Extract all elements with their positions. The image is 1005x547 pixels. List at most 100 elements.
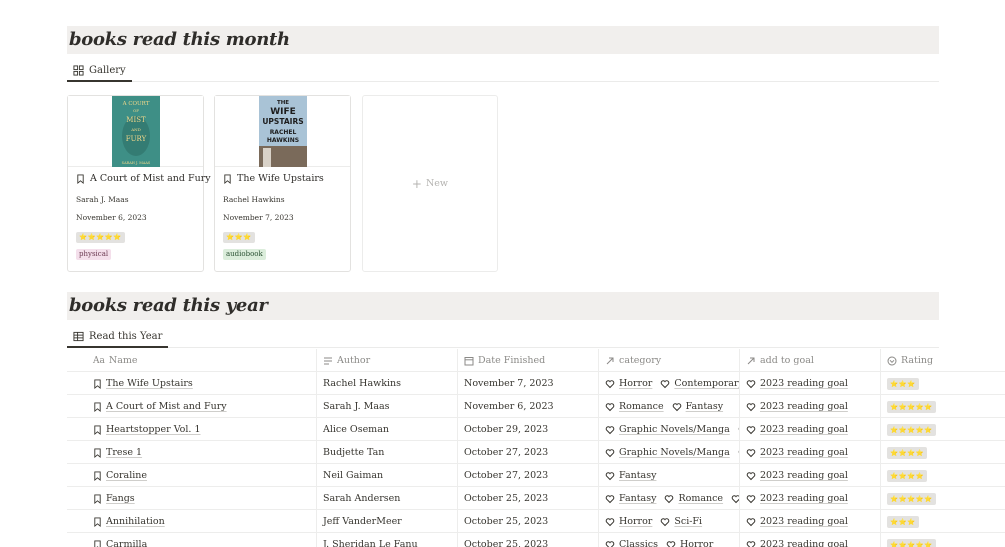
table-row[interactable]: Annihilation Jeff VanderMeer October 25, 2… (67, 510, 1005, 533)
book-title-link[interactable]: Coraline (106, 470, 147, 481)
cell-date[interactable]: October 25, 2023 (458, 510, 599, 533)
cell-goal[interactable]: 2023 reading goal (740, 533, 881, 547)
column-header-name[interactable]: Aa Name (67, 349, 317, 372)
table-row[interactable]: Trese 1 Budjette Tan October 27, 2023 Graph… (67, 441, 1005, 464)
cell-name[interactable]: A Court of Mist and Fury (67, 395, 317, 418)
cell-date[interactable]: October 25, 2023 (458, 533, 599, 547)
book-title-link[interactable]: A Court of Mist and Fury (106, 401, 227, 412)
cell-author[interactable]: Jeff VanderMeer (317, 510, 458, 533)
column-header-category[interactable]: category (599, 349, 740, 372)
category-chip[interactable]: Fantasy (672, 401, 723, 412)
category-chip[interactable]: Contemporary (660, 378, 739, 389)
column-header-goal[interactable]: add to goal (740, 349, 881, 372)
book-title-link[interactable]: Trese 1 (106, 447, 142, 458)
cell-goal[interactable]: 2023 reading goal (740, 372, 881, 395)
cell-author[interactable]: J. Sheridan Le Fanu (317, 533, 458, 547)
cell-name[interactable]: The Wife Upstairs (67, 372, 317, 395)
card-author: Sarah J. Maas (76, 195, 129, 204)
cell-category[interactable]: Horror Sci-Fi (599, 510, 740, 533)
cell-date[interactable]: November 6, 2023 (458, 395, 599, 418)
cell-goal[interactable]: 2023 reading goal (740, 510, 881, 533)
goal-chip[interactable]: 2023 reading goal (746, 493, 848, 504)
table-row[interactable]: Fangs Sarah Andersen October 25, 2023 Fanta… (67, 487, 1005, 510)
cell-category[interactable]: Fantasy (599, 464, 740, 487)
cell-name[interactable]: Carmilla (67, 533, 317, 547)
cell-author[interactable]: Rachel Hawkins (317, 372, 458, 395)
category-chip[interactable]: Graphic Novels/Manga (605, 447, 730, 458)
category-chip[interactable]: Graphic Novels/Manga (605, 424, 730, 435)
table-row[interactable]: Carmilla J. Sheridan Le Fanu October 25, 2… (67, 533, 1005, 547)
cell-category[interactable]: Graphic Novels/Manga (599, 418, 740, 441)
cell-goal[interactable]: 2023 reading goal (740, 487, 881, 510)
card-rating: ⭐⭐⭐⭐⭐ (76, 232, 125, 243)
cell-rating[interactable]: ⭐⭐⭐ (881, 372, 1005, 395)
book-title-link[interactable]: Fangs (106, 493, 135, 504)
gallery-card[interactable]: THE WIFE UPSTAIRS RACHEL HAWKINS The Wif… (214, 95, 351, 272)
cell-rating[interactable]: ⭐⭐⭐ (881, 510, 1005, 533)
goal-chip[interactable]: 2023 reading goal (746, 516, 848, 527)
goal-chip[interactable]: 2023 reading goal (746, 378, 848, 389)
category-chip[interactable]: Romance (605, 401, 664, 412)
column-header-date[interactable]: Date Finished (458, 349, 599, 372)
cell-author[interactable]: Alice Oseman (317, 418, 458, 441)
category-chip[interactable]: Fantasy (605, 493, 656, 504)
cell-goal[interactable]: 2023 reading goal (740, 418, 881, 441)
gallery-card[interactable]: A COURT OF MIST AND FURY SARAH J. MAAS A… (67, 95, 211, 272)
cell-rating[interactable]: ⭐⭐⭐⭐ (881, 464, 1005, 487)
new-card-button[interactable]: + New (362, 95, 498, 272)
cell-category[interactable]: Fantasy Romance (599, 487, 740, 510)
cell-name[interactable]: Fangs (67, 487, 317, 510)
book-title-link[interactable]: The Wife Upstairs (106, 378, 193, 389)
cell-author[interactable]: Sarah J. Maas (317, 395, 458, 418)
cell-date[interactable]: October 27, 2023 (458, 441, 599, 464)
category-chip[interactable] (731, 494, 739, 504)
cell-name[interactable]: Trese 1 (67, 441, 317, 464)
book-title-link[interactable]: Carmilla (106, 539, 147, 547)
tab-gallery[interactable]: Gallery (67, 60, 132, 82)
cell-date[interactable]: October 29, 2023 (458, 418, 599, 441)
cell-goal[interactable]: 2023 reading goal (740, 395, 881, 418)
cell-name[interactable]: Coraline (67, 464, 317, 487)
cell-date[interactable]: October 27, 2023 (458, 464, 599, 487)
cell-rating[interactable]: ⭐⭐⭐⭐ (881, 441, 1005, 464)
cell-category[interactable]: Classics Horror (599, 533, 740, 547)
table-row[interactable]: A Court of Mist and Fury Sarah J. Maas Nov… (67, 395, 1005, 418)
book-cover-image: THE WIFE UPSTAIRS RACHEL HAWKINS (258, 95, 307, 167)
category-chip[interactable]: Horror (605, 516, 652, 527)
cell-rating[interactable]: ⭐⭐⭐⭐⭐ (881, 418, 1005, 441)
category-chip[interactable]: Fantasy (605, 470, 656, 481)
category-chip[interactable]: Classics (605, 539, 658, 547)
cell-rating[interactable]: ⭐⭐⭐⭐⭐ (881, 395, 1005, 418)
cell-name[interactable]: Annihilation (67, 510, 317, 533)
table-row[interactable]: Coraline Neil Gaiman October 27, 2023 Fanta… (67, 464, 1005, 487)
column-header-rating[interactable]: Rating (881, 349, 1005, 372)
cell-author[interactable]: Budjette Tan (317, 441, 458, 464)
cell-goal[interactable]: 2023 reading goal (740, 441, 881, 464)
goal-chip[interactable]: 2023 reading goal (746, 401, 848, 412)
cell-goal[interactable]: 2023 reading goal (740, 464, 881, 487)
cell-date[interactable]: October 25, 2023 (458, 487, 599, 510)
cell-date[interactable]: November 7, 2023 (458, 372, 599, 395)
book-title-link[interactable]: Heartstopper Vol. 1 (106, 424, 201, 435)
cell-author[interactable]: Neil Gaiman (317, 464, 458, 487)
cell-rating[interactable]: ⭐⭐⭐⭐⭐ (881, 533, 1005, 547)
table-row[interactable]: The Wife Upstairs Rachel Hawkins November … (67, 372, 1005, 395)
cell-name[interactable]: Heartstopper Vol. 1 (67, 418, 317, 441)
cell-category[interactable]: Graphic Novels/Manga (599, 441, 740, 464)
cell-rating[interactable]: ⭐⭐⭐⭐⭐ (881, 487, 1005, 510)
column-header-author[interactable]: Author (317, 349, 458, 372)
cell-author[interactable]: Sarah Andersen (317, 487, 458, 510)
category-chip[interactable]: Sci-Fi (660, 516, 702, 527)
book-title-link[interactable]: Annihilation (106, 516, 165, 527)
goal-chip[interactable]: 2023 reading goal (746, 424, 848, 435)
category-chip[interactable]: Romance (664, 493, 723, 504)
goal-chip[interactable]: 2023 reading goal (746, 539, 848, 547)
tab-read-this-year[interactable]: Read this Year (67, 326, 169, 348)
category-chip[interactable]: Horror (666, 539, 713, 547)
goal-chip[interactable]: 2023 reading goal (746, 447, 848, 458)
table-row[interactable]: Heartstopper Vol. 1 Alice Oseman October 2… (67, 418, 1005, 441)
category-chip[interactable]: Horror (605, 378, 652, 389)
cell-category[interactable]: Horror Contemporary (599, 372, 740, 395)
goal-chip[interactable]: 2023 reading goal (746, 470, 848, 481)
cell-category[interactable]: Romance Fantasy (599, 395, 740, 418)
